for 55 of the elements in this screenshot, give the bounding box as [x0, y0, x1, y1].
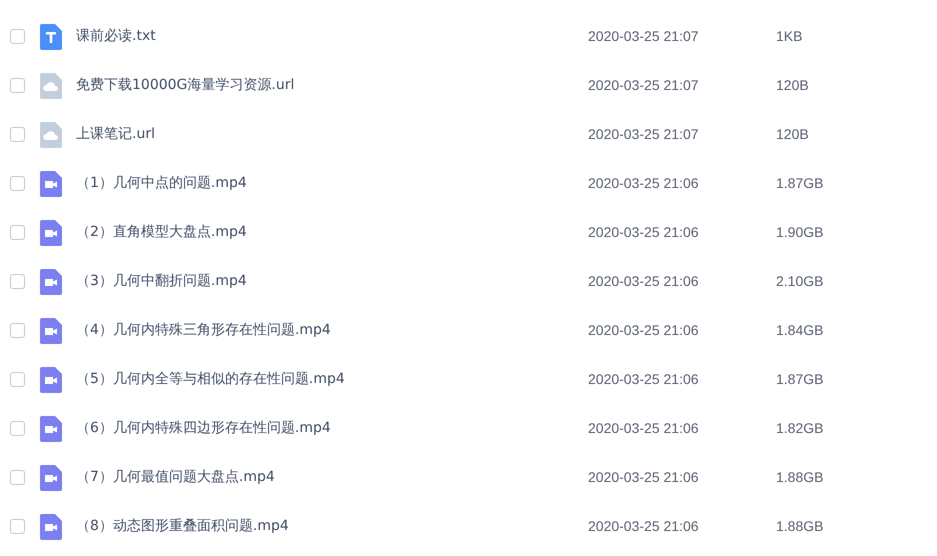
checkbox[interactable]: [10, 470, 25, 485]
checkbox[interactable]: [10, 323, 25, 338]
file-size: 120B: [776, 125, 809, 144]
file-name[interactable]: （7）几何最值问题大盘点.mp4: [76, 467, 576, 488]
modified-time: 2020-03-25 21:07: [588, 27, 700, 46]
cloud-file-icon: [40, 122, 62, 148]
file-size: 1.87GB: [776, 174, 824, 193]
modified-time: 2020-03-25 21:06: [588, 321, 700, 340]
modified-time: 2020-03-25 21:06: [588, 223, 700, 242]
file-name[interactable]: （3）几何中翻折问题.mp4: [76, 271, 576, 292]
modified-time: 2020-03-25 21:06: [588, 468, 700, 487]
video-file-icon: [40, 366, 62, 392]
video-file-icon: [40, 220, 62, 246]
file-name[interactable]: （6）几何内特殊四边形存在性问题.mp4: [76, 418, 576, 439]
file-name[interactable]: （2）直角模型大盘点.mp4: [76, 222, 576, 243]
checkbox[interactable]: [10, 176, 25, 191]
file-name[interactable]: （1）几何中点的问题.mp4: [76, 173, 576, 194]
checkbox[interactable]: [10, 519, 25, 534]
checkbox[interactable]: [10, 421, 25, 436]
modified-time: 2020-03-25 21:06: [588, 174, 700, 193]
video-file-icon: [40, 416, 62, 442]
video-file-icon: [40, 318, 62, 344]
video-file-icon: [40, 170, 62, 196]
file-name[interactable]: （5）几何内全等与相似的存在性问题.mp4: [76, 369, 576, 390]
modified-time: 2020-03-25 21:06: [588, 419, 700, 438]
cloud-file-icon: [40, 72, 62, 98]
checkbox[interactable]: [10, 225, 25, 240]
file-size: 1KB: [776, 27, 802, 46]
modified-time: 2020-03-25 21:06: [588, 272, 700, 291]
file-name[interactable]: 上课笔记.url: [76, 124, 576, 145]
text-file-icon: [40, 24, 62, 50]
video-file-icon: [40, 514, 62, 540]
file-name[interactable]: （8）动态图形重叠面积问题.mp4: [76, 516, 576, 537]
checkbox[interactable]: [10, 274, 25, 289]
modified-time: 2020-03-25 21:07: [588, 125, 700, 144]
modified-time: 2020-03-25 21:06: [588, 370, 700, 389]
modified-time: 2020-03-25 21:06: [588, 517, 700, 536]
file-size: 1.90GB: [776, 223, 824, 242]
video-file-icon: [40, 268, 62, 294]
file-size: 1.87GB: [776, 370, 824, 389]
file-size: 1.82GB: [776, 419, 824, 438]
video-file-icon: [40, 464, 62, 490]
modified-time: 2020-03-25 21:07: [588, 76, 700, 95]
checkbox[interactable]: [10, 78, 25, 93]
file-size: 1.88GB: [776, 468, 824, 487]
file-name[interactable]: 免费下载10000G海量学习资源.url: [76, 75, 576, 96]
file-size: 1.88GB: [776, 517, 824, 536]
file-size: 2.10GB: [776, 272, 824, 291]
file-size: 1.84GB: [776, 321, 824, 340]
file-name[interactable]: 课前必读.txt: [76, 26, 576, 47]
file-size: 120B: [776, 76, 809, 95]
checkbox[interactable]: [10, 372, 25, 387]
checkbox[interactable]: [10, 29, 25, 44]
checkbox[interactable]: [10, 127, 25, 142]
file-name[interactable]: （4）几何内特殊三角形存在性问题.mp4: [76, 320, 576, 341]
